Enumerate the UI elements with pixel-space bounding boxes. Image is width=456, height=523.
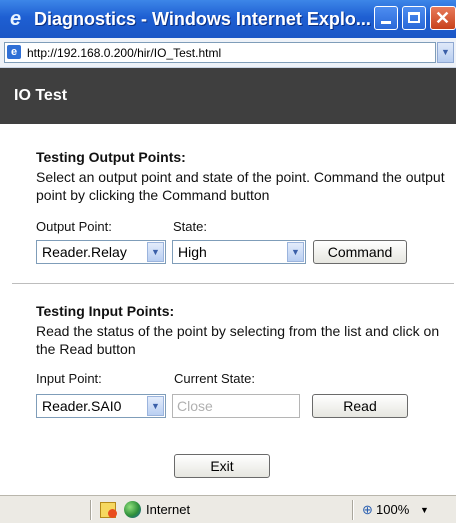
security-zone: Internet: [146, 502, 191, 517]
window-title: Diagnostics - Windows Internet Explo...: [34, 9, 371, 29]
address-dropdown-button[interactable]: ▼: [437, 42, 454, 63]
current-state-field: Close: [172, 394, 300, 418]
security-warning-icon[interactable]: [100, 502, 117, 518]
input-section-heading: Testing Input Points:: [36, 303, 175, 319]
chevron-down-icon[interactable]: ▼: [287, 242, 304, 262]
close-button[interactable]: ✕: [430, 6, 456, 30]
output-section-description: Select an output point and state of the …: [36, 169, 445, 203]
current-state-value: Close: [177, 398, 213, 414]
title-bar: e Diagnostics - Windows Internet Explo..…: [0, 0, 456, 38]
maximize-icon: [408, 12, 420, 23]
address-bar: e http://192.168.0.200/hir/IO_Test.html …: [0, 38, 456, 68]
output-point-value: Reader.Relay: [42, 244, 127, 260]
status-divider: [90, 500, 92, 520]
close-icon: ✕: [435, 8, 451, 28]
exit-button[interactable]: Exit: [174, 454, 270, 478]
output-section-heading: Testing Output Points:: [36, 149, 186, 165]
status-divider: [352, 500, 354, 520]
page-header: IO Test: [0, 68, 456, 124]
zoom-level[interactable]: 100%: [376, 501, 409, 519]
zoom-dropdown-icon[interactable]: ▼: [420, 501, 429, 519]
maximize-button[interactable]: [402, 6, 426, 30]
state-select[interactable]: High ▼: [172, 240, 306, 264]
output-point-select[interactable]: Reader.Relay ▼: [36, 240, 166, 264]
output-point-label: Output Point:: [36, 219, 112, 234]
ie-logo-icon: e: [10, 8, 22, 30]
zoom-icon[interactable]: ⊕: [362, 501, 373, 519]
current-state-label: Current State:: [174, 371, 255, 386]
state-value: High: [178, 244, 207, 260]
address-field[interactable]: e http://192.168.0.200/hir/IO_Test.html: [4, 42, 436, 63]
read-button[interactable]: Read: [312, 394, 408, 418]
input-point-label: Input Point:: [36, 371, 102, 386]
input-point-value: Reader.SAI0: [42, 398, 122, 414]
input-section-description: Read the status of the point by selectin…: [36, 323, 440, 357]
state-label: State:: [173, 219, 207, 234]
page-title: IO Test: [14, 87, 68, 104]
address-url[interactable]: http://192.168.0.200/hir/IO_Test.html: [27, 44, 221, 62]
minimize-button[interactable]: [374, 6, 398, 30]
command-button[interactable]: Command: [313, 240, 407, 264]
chevron-down-icon[interactable]: ▼: [147, 242, 164, 262]
section-divider: [12, 283, 454, 284]
input-point-select[interactable]: Reader.SAI0 ▼: [36, 394, 166, 418]
globe-icon: [124, 501, 141, 518]
status-bar: Internet ⊕ 100% ▼: [0, 495, 456, 523]
minimize-icon: [381, 21, 391, 24]
page-icon: e: [7, 45, 21, 59]
chevron-down-icon[interactable]: ▼: [147, 396, 164, 416]
